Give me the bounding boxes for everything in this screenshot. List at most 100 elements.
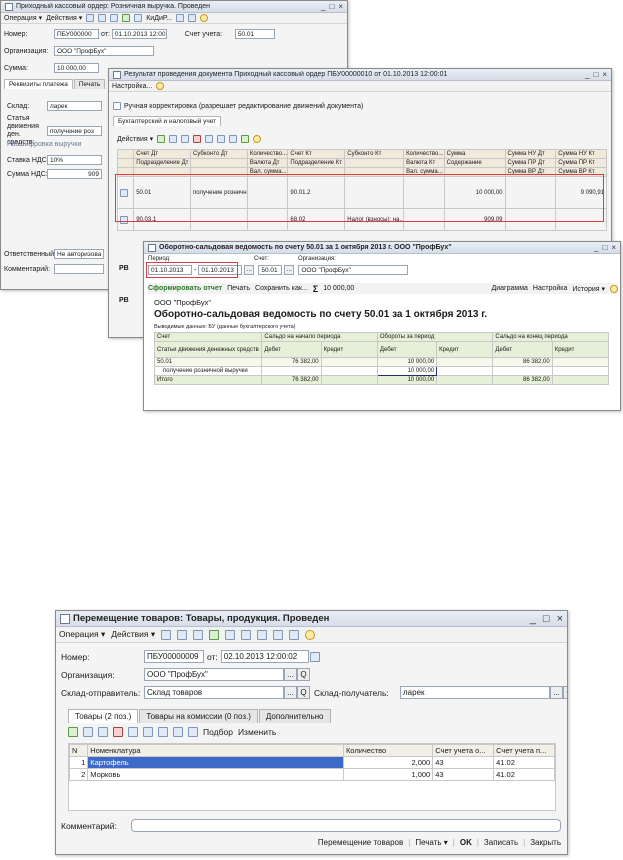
settings-button[interactable]: Настройка [533, 285, 567, 292]
menu-operation[interactable]: Операция ▾ [4, 14, 42, 22]
org-field[interactable]: ООО "ПрофБух" [54, 46, 154, 56]
table-row[interactable]: 50.01 76 382,00 10 000,00 86 382,00 [153, 357, 610, 367]
table-row[interactable]: Итого 76 382,00 10 000,00 86 382,00 [153, 375, 610, 385]
cell-account[interactable]: 50.01 [153, 357, 263, 367]
cell-end-debit[interactable] [492, 366, 553, 376]
actions-menu[interactable]: Действия ▾ [117, 135, 153, 143]
menu-kdr[interactable]: КиДиР... [146, 15, 172, 22]
number-field[interactable]: ПБУ00000009 [144, 650, 204, 663]
close-button[interactable]: × [611, 243, 616, 252]
history-button[interactable]: История ▾ [572, 285, 605, 293]
post-icon[interactable] [98, 14, 107, 22]
delete-icon[interactable] [193, 135, 202, 143]
maximize-button[interactable]: □ [543, 613, 550, 625]
sort-asc-icon[interactable] [173, 727, 183, 737]
copy-icon[interactable] [169, 135, 178, 143]
cell-start-credit[interactable] [320, 357, 378, 367]
tab-payment-details[interactable]: Реквизиты платежа [4, 79, 73, 89]
tab-additional[interactable]: Дополнительно [258, 709, 331, 723]
minimize-button[interactable]: _ [585, 70, 589, 79]
copy-icon[interactable] [110, 14, 119, 22]
tab-print[interactable]: Печать [73, 79, 106, 89]
edit-icon[interactable] [181, 135, 190, 143]
maximize-button[interactable]: □ [593, 70, 598, 79]
tab-commission[interactable]: Товары на комиссии (0 поз.) [139, 709, 258, 723]
menu-actions[interactable]: Действия ▾ [111, 629, 155, 640]
cell-acc-dst[interactable]: 41.02 [493, 756, 555, 769]
cell-acc-src[interactable]: 43 [432, 768, 495, 781]
table-row[interactable]: получение розничной выручки 10 000,00 [153, 366, 610, 376]
sum-field[interactable]: 10 000,00 [54, 63, 99, 73]
tab-accounting[interactable]: Бухгалтерский и налоговый учет [113, 116, 222, 126]
cell-end-credit[interactable] [551, 357, 610, 367]
org-search-icon[interactable]: Q [297, 668, 310, 681]
report-icon[interactable] [188, 14, 197, 22]
delete-icon[interactable] [113, 727, 123, 737]
cell-end-debit[interactable]: 86 382,00 [492, 357, 553, 367]
cell-acc-dst[interactable]: 41.02 [493, 768, 555, 781]
manual-checkbox[interactable] [113, 102, 121, 110]
src-select-button[interactable]: ... [284, 686, 297, 699]
dt-kt-icon[interactable] [241, 629, 252, 640]
cell-turn-credit[interactable] [436, 375, 494, 385]
number-field[interactable]: ПБУ000000 [54, 29, 99, 39]
cell-total[interactable]: Итого [153, 375, 263, 385]
table-row[interactable]: 2 Морковь 1,000 43 41.02 [68, 768, 555, 781]
org-field[interactable]: ООО "ПрофБух" [298, 265, 409, 275]
src-warehouse-field[interactable]: Склад товаров [144, 686, 284, 699]
cell-start-debit[interactable] [261, 366, 322, 376]
cell-start-debit[interactable]: 76 382,00 [261, 357, 322, 367]
ok-button[interactable]: OK [460, 838, 472, 847]
warehouse-field[interactable]: ларек [47, 101, 102, 111]
cell-turn-debit[interactable]: 10 000,00 [376, 375, 438, 385]
edit-icon[interactable] [98, 727, 108, 737]
close-button[interactable]: × [557, 613, 563, 625]
comment-field[interactable] [54, 264, 104, 274]
add-icon[interactable] [157, 135, 166, 143]
vat-rate-field[interactable]: 10% [47, 155, 102, 165]
pick-button[interactable]: Подбор [203, 727, 233, 737]
cell-quantity[interactable]: 1,000 [342, 768, 434, 781]
maximize-button[interactable]: □ [602, 243, 607, 252]
cell-quantity[interactable]: 2,000 [342, 756, 434, 769]
maximize-button[interactable]: □ [329, 2, 334, 11]
refresh-icon[interactable] [209, 629, 220, 640]
cell-n[interactable]: 2 [68, 768, 89, 781]
cell-turn-credit[interactable] [436, 366, 494, 376]
sort-desc-icon[interactable] [188, 727, 198, 737]
menu-operation[interactable]: Операция ▾ [59, 629, 105, 640]
help-icon[interactable] [610, 284, 618, 293]
tab-goods[interactable]: Товары (2 поз.) [68, 709, 139, 723]
vat-sum-field[interactable]: 909 [47, 169, 102, 179]
move-up-icon[interactable] [205, 135, 214, 143]
move-down-icon[interactable] [158, 727, 168, 737]
minimize-button[interactable]: _ [321, 2, 325, 11]
help-icon[interactable] [200, 14, 209, 22]
cell-end-credit[interactable] [551, 366, 610, 376]
period-select-button[interactable]: ... [244, 265, 255, 275]
diagram-button[interactable]: Диаграмма [492, 285, 528, 292]
dst-select-button[interactable]: ... [550, 686, 563, 699]
account-field[interactable]: 50.01 [234, 29, 275, 39]
settings-menu[interactable]: Настройка... [112, 83, 152, 90]
menu-actions[interactable]: Действия ▾ [46, 14, 82, 22]
save-button[interactable]: Записать [484, 838, 518, 847]
structure-icon[interactable] [134, 14, 143, 22]
refresh-icon[interactable] [122, 14, 131, 22]
comment-field[interactable] [131, 819, 561, 832]
cell-start-credit[interactable] [320, 375, 378, 385]
change-button[interactable]: Изменить [238, 727, 276, 737]
org-select-button[interactable]: ... [284, 668, 297, 681]
help-icon[interactable] [156, 82, 165, 90]
minimize-button[interactable]: _ [594, 243, 598, 252]
cell-end-debit[interactable]: 86 382,00 [492, 375, 553, 385]
end-edit-icon[interactable] [128, 727, 138, 737]
report-icon[interactable] [273, 629, 284, 640]
cell-end-credit[interactable] [551, 375, 610, 385]
cell-start-debit[interactable]: 76 382,00 [261, 375, 322, 385]
table-icon[interactable] [289, 629, 300, 640]
print-button[interactable]: Печать ▾ [415, 838, 447, 847]
account-select-button[interactable]: ... [284, 265, 295, 275]
copy-icon[interactable] [193, 629, 204, 640]
cell-nomenclature[interactable]: Картофель [87, 756, 344, 769]
